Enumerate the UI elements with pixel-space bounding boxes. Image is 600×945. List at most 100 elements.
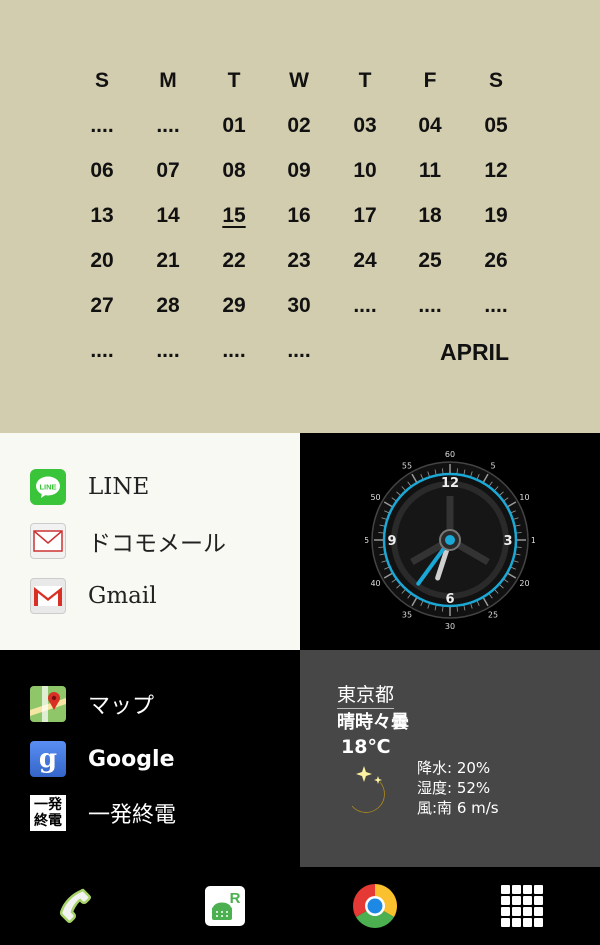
app-line[interactable]: LINE LINE xyxy=(30,468,149,506)
weather-temperature: 18℃ xyxy=(341,736,391,758)
chrome-icon[interactable] xyxy=(350,881,400,931)
calendar-day[interactable]: 12 xyxy=(463,159,529,183)
calendar-day[interactable]: 05 xyxy=(463,114,529,138)
calendar-weekday: S xyxy=(488,69,503,92)
calendar-day[interactable]: 03 xyxy=(332,114,398,138)
calendar-day[interactable]: .... xyxy=(463,294,529,318)
calendar-day[interactable]: .... xyxy=(332,294,398,318)
calendar-day-today[interactable]: 15 xyxy=(201,204,267,228)
clock-tick xyxy=(378,546,384,548)
calendar-day[interactable]: 14 xyxy=(135,204,201,228)
phone-icon[interactable] xyxy=(52,881,102,931)
svg-text:LINE: LINE xyxy=(39,483,56,492)
weather-precipitation: 降水: 20% xyxy=(417,759,491,777)
calendar-day[interactable]: 16 xyxy=(266,204,332,228)
clock-center-dot xyxy=(445,535,455,545)
weather-condition: 晴時々曇 xyxy=(337,712,409,733)
calendar-day[interactable]: .... xyxy=(69,114,135,138)
clock-tick xyxy=(456,468,458,474)
dock-bar: R xyxy=(0,867,600,945)
ippatsu-shuden-icon: 一発 終電 xyxy=(30,795,66,831)
clock-minute-label: 40 xyxy=(370,579,380,588)
calendar-day[interactable]: 24 xyxy=(332,249,398,273)
line-icon: LINE xyxy=(30,469,66,505)
docomo-phone-icon[interactable]: R xyxy=(200,881,250,931)
app-label: 一発終電 xyxy=(88,803,177,828)
app-gmail[interactable]: Gmail xyxy=(30,577,157,615)
analog-clock-widget[interactable]: 60 5 10 15 20 25 30 35 40 45 50 55 12 3 6 9 xyxy=(300,433,600,650)
calendar-weekday: S xyxy=(94,69,109,92)
calendar-weekday: W xyxy=(289,69,309,92)
calendar-day[interactable]: 22 xyxy=(201,249,267,273)
app-label: Gmail xyxy=(88,583,157,609)
calendar-day[interactable]: 08 xyxy=(201,159,267,183)
weather-widget[interactable]: 東京都 晴時々曇 18℃ 降水: 20% 湿度: 52% 風:南 6 m/s xyxy=(300,650,600,867)
calendar-day[interactable]: 27 xyxy=(69,294,135,318)
calendar-weekday: F xyxy=(423,69,437,92)
calendar-weekday: M xyxy=(159,69,177,92)
calendar-day[interactable]: 06 xyxy=(69,159,135,183)
docomo-mail-icon xyxy=(30,523,66,559)
calendar-day[interactable]: 17 xyxy=(332,204,398,228)
calendar-day[interactable]: 29 xyxy=(201,294,267,318)
clock-minute-label: 20 xyxy=(519,579,529,588)
app-maps[interactable]: マップ xyxy=(30,685,154,723)
calendar-day[interactable]: 20 xyxy=(69,249,135,273)
clock-minute-label: 45 xyxy=(365,536,369,545)
clock-minute-label: 30 xyxy=(445,622,455,631)
calendar-day[interactable]: 10 xyxy=(332,159,398,183)
app-docomo-mail[interactable]: ドコモメール xyxy=(30,522,226,560)
clock-minute-label: 50 xyxy=(370,493,380,502)
clock-tick xyxy=(516,546,522,548)
clock-face: 60 5 10 15 20 25 30 35 40 45 50 55 12 3 6 9 xyxy=(365,450,535,631)
google-icon: g xyxy=(30,741,66,777)
clock-tick xyxy=(442,606,444,612)
calendar-widget[interactable]: S M T W T F S........ 01 02 03 04 05 06 07 08 09 10 11 12 1… xyxy=(0,0,600,433)
clock-tick xyxy=(456,606,458,612)
app-label: LINE xyxy=(88,474,150,500)
clock-hour-numeral: 9 xyxy=(387,534,396,549)
app-drawer-icon[interactable] xyxy=(497,881,547,931)
clock-hour-numeral: 3 xyxy=(503,534,512,549)
calendar-day[interactable]: 18 xyxy=(397,204,463,228)
calendar-day[interactable]: .... xyxy=(69,339,135,363)
calendar-day[interactable]: .... xyxy=(135,339,201,363)
app-google[interactable]: g Google xyxy=(30,740,175,778)
calendar-day[interactable]: 30 xyxy=(266,294,332,318)
clock-minute-label: 60 xyxy=(445,450,455,459)
calendar-day[interactable]: 04 xyxy=(397,114,463,138)
calendar-day[interactable]: 02 xyxy=(266,114,332,138)
app-label: Google xyxy=(88,746,175,772)
calendar-weekday: T xyxy=(358,69,372,92)
calendar-day[interactable]: 07 xyxy=(135,159,201,183)
clock-hour-numeral: 6 xyxy=(445,592,454,607)
calendar-day[interactable]: .... xyxy=(135,114,201,138)
calendar-day[interactable]: 26 xyxy=(463,249,529,273)
calendar-day[interactable]: 11 xyxy=(397,159,463,183)
calendar-day[interactable]: 28 xyxy=(135,294,201,318)
calendar-month: APRIL xyxy=(440,339,509,365)
gmail-icon xyxy=(30,578,66,614)
icon-text: 一発 xyxy=(34,797,62,813)
svg-text:R: R xyxy=(230,890,241,907)
icon-text: 終電 xyxy=(34,813,62,829)
clock-minute-label: 55 xyxy=(402,462,412,471)
app-ippatsu-shuden[interactable]: 一発 終電 一発終電 xyxy=(30,794,176,832)
clock-hour-numeral: 12 xyxy=(441,476,459,491)
app-list-widget-top: LINE LINE ドコモメール Gmail xyxy=(0,433,300,650)
calendar-day[interactable]: .... xyxy=(201,339,267,363)
calendar-day[interactable]: 23 xyxy=(266,249,332,273)
moon-stars-icon xyxy=(342,762,394,823)
clock-tick xyxy=(442,468,444,474)
calendar-day[interactable]: 01 xyxy=(201,114,267,138)
calendar-day[interactable]: .... xyxy=(397,294,463,318)
maps-icon xyxy=(30,686,66,722)
calendar-day[interactable]: 21 xyxy=(135,249,201,273)
calendar-day[interactable]: 19 xyxy=(463,204,529,228)
app-label: マップ xyxy=(88,694,155,719)
calendar-day[interactable]: 09 xyxy=(266,159,332,183)
calendar-day[interactable]: 13 xyxy=(69,204,135,228)
clock-tick xyxy=(378,532,384,534)
calendar-day[interactable]: 25 xyxy=(397,249,463,273)
calendar-day[interactable]: .... xyxy=(266,339,332,363)
